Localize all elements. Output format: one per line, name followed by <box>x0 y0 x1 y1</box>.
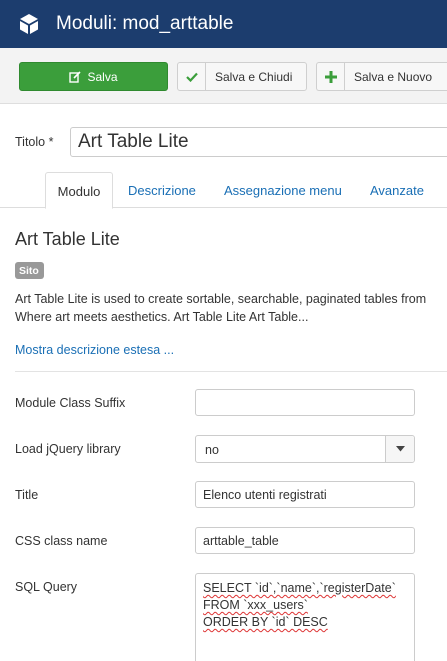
title-label: Titolo * <box>15 135 54 149</box>
save-button[interactable]: Salva <box>19 62 168 91</box>
sql-query-label: SQL Query <box>15 580 78 594</box>
save-close-button[interactable]: Salva e Chiudi <box>177 62 307 91</box>
title-row: Titolo * Art Table Lite <box>0 127 447 157</box>
app-header: Moduli: mod_arttable <box>0 0 447 48</box>
css-class-label: CSS class name <box>15 534 108 548</box>
tab-modulo[interactable]: Modulo <box>45 172 113 209</box>
page-title: Moduli: mod_arttable <box>56 13 234 34</box>
save-new-label: Salva e Nuovo <box>354 69 433 84</box>
class-suffix-input[interactable] <box>195 389 415 416</box>
save-button-label: Salva <box>87 69 118 84</box>
jquery-select-value: no <box>205 443 219 457</box>
save-close-label: Salva e Chiudi <box>215 69 293 84</box>
sql-query-textarea[interactable]: SELECT `id`,`name`,`registerDate` FROM `… <box>195 573 415 661</box>
tab-avanzate[interactable]: Avanzate <box>370 172 424 208</box>
jquery-label: Load jQuery library <box>15 442 121 456</box>
sql-line: SELECT `id`,`name`,`registerDate` <box>203 581 396 595</box>
module-heading: Art Table Lite <box>15 229 120 249</box>
tab-bar: Modulo Descrizione Assegnazione menu Ava… <box>0 172 447 209</box>
divider <box>15 371 447 372</box>
chevron-down-icon[interactable] <box>385 436 414 462</box>
cube-icon <box>16 11 42 37</box>
edit-icon <box>69 70 82 83</box>
save-new-button[interactable]: Salva e Nuovo <box>316 62 447 91</box>
description-line: Where art meets aesthetics. Art Table Li… <box>15 310 309 324</box>
tab-assegnazione-menu[interactable]: Assegnazione menu <box>224 172 342 208</box>
class-suffix-label: Module Class Suffix <box>15 396 126 410</box>
toolbar: Salva Salva e Chiudi Salva e Nuovo <box>0 48 447 104</box>
title-field-input[interactable]: Elenco utenti registrati <box>195 481 415 508</box>
title-field-label: Title <box>15 488 39 502</box>
sql-line: ORDER BY `id` DESC <box>203 615 328 629</box>
css-class-input[interactable]: arttable_table <box>195 527 415 554</box>
check-icon <box>178 63 206 90</box>
tab-descrizione[interactable]: Descrizione <box>128 172 196 208</box>
sql-line: FROM `xxx_users` <box>203 598 308 612</box>
plus-icon <box>317 63 345 90</box>
show-extended-description-link[interactable]: Mostra descrizione estesa ... <box>15 343 174 357</box>
jquery-select[interactable]: no <box>195 435 415 463</box>
site-badge: Sito <box>15 262 44 279</box>
description-line: Art Table Lite is used to create sortabl… <box>15 292 427 306</box>
title-input[interactable]: Art Table Lite <box>70 127 447 157</box>
module-description: Art Table Lite is used to create sortabl… <box>15 290 447 326</box>
